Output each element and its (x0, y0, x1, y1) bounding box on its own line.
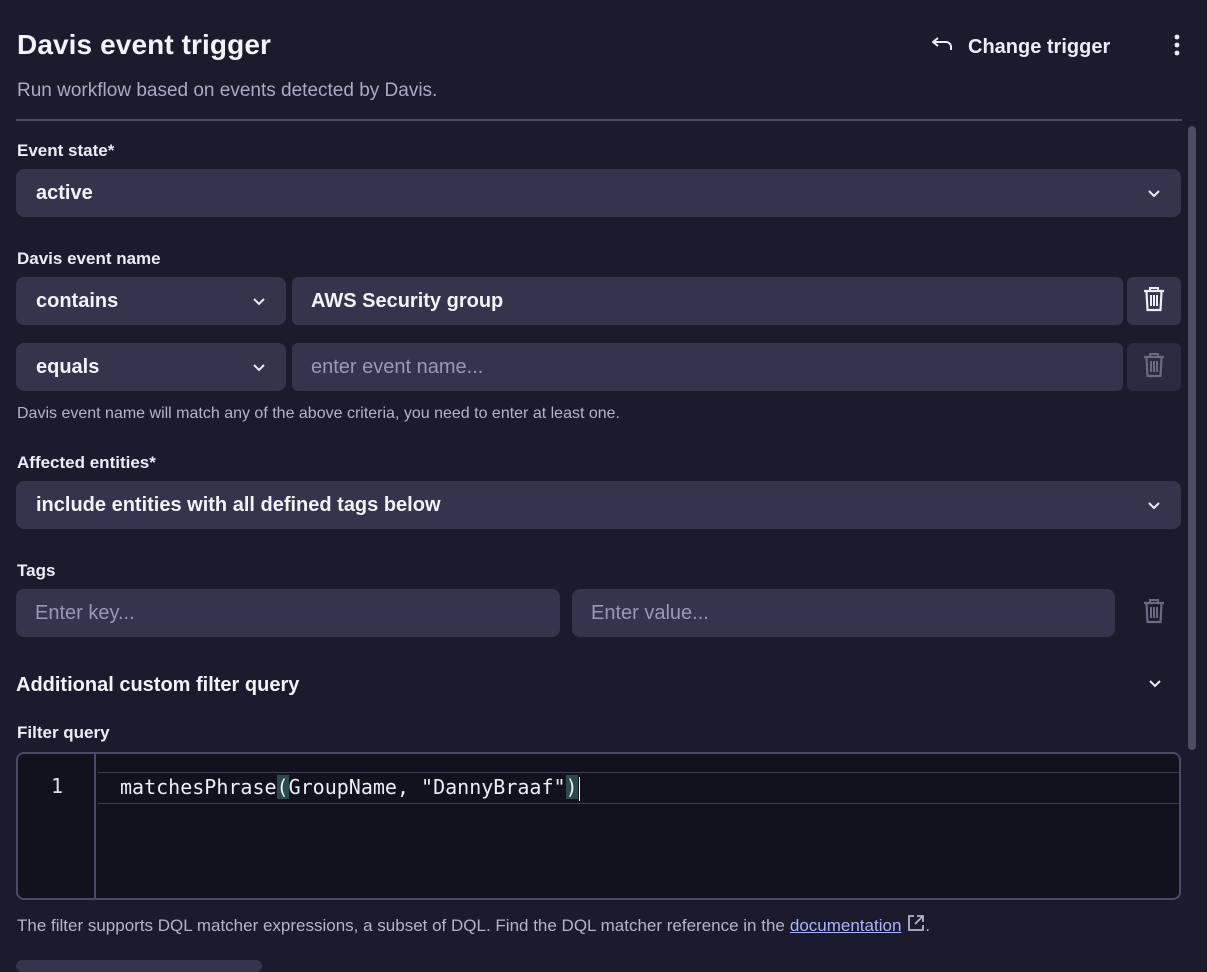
affected-entities-select[interactable]: include entities with all defined tags b… (16, 481, 1181, 529)
return-arrow-icon (930, 34, 956, 60)
delete-event-name-button-1[interactable] (1127, 277, 1181, 325)
event-name-operator-select-1[interactable]: contains (16, 277, 286, 325)
event-name-placeholder: enter event name... (311, 355, 484, 378)
footer-end: . (925, 915, 931, 935)
page-subtitle: Run workflow based on events detected by… (17, 80, 438, 101)
trash-icon (1143, 352, 1165, 383)
header-divider (16, 119, 1182, 121)
chevron-down-icon (1147, 182, 1161, 205)
chevron-down-icon (1148, 676, 1162, 694)
affected-entities-value: include entities with all defined tags b… (36, 493, 441, 516)
change-trigger-button[interactable]: Change trigger (930, 30, 1110, 64)
tag-key-input[interactable]: Enter key... (16, 589, 560, 637)
operator-value: contains (36, 289, 119, 312)
code-line: matchesPhrase(GroupName, "DannyBraaf") (120, 775, 580, 801)
event-name-hint: Davis event name will match any of the a… (17, 405, 620, 422)
custom-filter-toggle[interactable]: Additional custom filter query (16, 668, 1182, 702)
external-link-icon (907, 914, 925, 937)
chevron-down-icon (1147, 494, 1161, 517)
trash-icon (1143, 598, 1165, 629)
documentation-link[interactable]: documentation (790, 914, 926, 937)
text-cursor (578, 776, 580, 801)
event-name-input-1[interactable]: AWS Security group (292, 277, 1123, 325)
page-title: Davis event trigger (17, 29, 271, 60)
operator-value: equals (36, 355, 100, 378)
scrollbar-thumb[interactable] (1188, 126, 1196, 750)
code-close-paren: ) (565, 775, 578, 799)
more-options-button[interactable] (1164, 30, 1190, 64)
event-state-select[interactable]: active (16, 169, 1181, 217)
partially-visible-button[interactable] (16, 960, 262, 972)
event-name-operator-select-2[interactable]: equals (16, 343, 286, 391)
tag-value-placeholder: Enter value... (591, 601, 709, 624)
filter-query-editor[interactable]: 1 matchesPhrase(GroupName, "DannyBraaf") (16, 752, 1181, 900)
chevron-down-icon (252, 356, 266, 379)
change-trigger-label: Change trigger (968, 35, 1111, 58)
tag-key-placeholder: Enter key... (35, 601, 135, 624)
chevron-down-icon (252, 290, 266, 313)
event-name-value: AWS Security group (311, 289, 504, 312)
event-state-value: active (36, 181, 93, 204)
event-name-input-2[interactable]: enter event name... (292, 343, 1123, 391)
delete-event-name-button-2[interactable] (1127, 343, 1181, 391)
delete-tag-button[interactable] (1133, 589, 1175, 637)
event-state-label: Event state* (17, 141, 115, 160)
filter-query-label: Filter query (17, 723, 110, 742)
davis-event-name-label: Davis event name (17, 249, 161, 268)
editor-gutter: 1 (18, 754, 96, 898)
tags-label: Tags (17, 561, 56, 580)
affected-entities-label: Affected entities* (17, 453, 156, 472)
code-arguments: GroupName, "DannyBraaf" (288, 775, 566, 799)
footer-text: The filter supports DQL matcher expressi… (17, 915, 785, 935)
line-number: 1 (50, 774, 64, 798)
more-vertical-icon (1174, 34, 1180, 61)
trash-icon (1143, 286, 1165, 317)
code-open-paren: ( (276, 775, 289, 799)
code-function: matchesPhrase (120, 775, 277, 799)
tag-value-input[interactable]: Enter value... (572, 589, 1115, 637)
filter-footer-hint: The filter supports DQL matcher expressi… (17, 914, 930, 937)
documentation-link-label: documentation (789, 915, 902, 935)
custom-filter-title: Additional custom filter query (16, 673, 300, 696)
